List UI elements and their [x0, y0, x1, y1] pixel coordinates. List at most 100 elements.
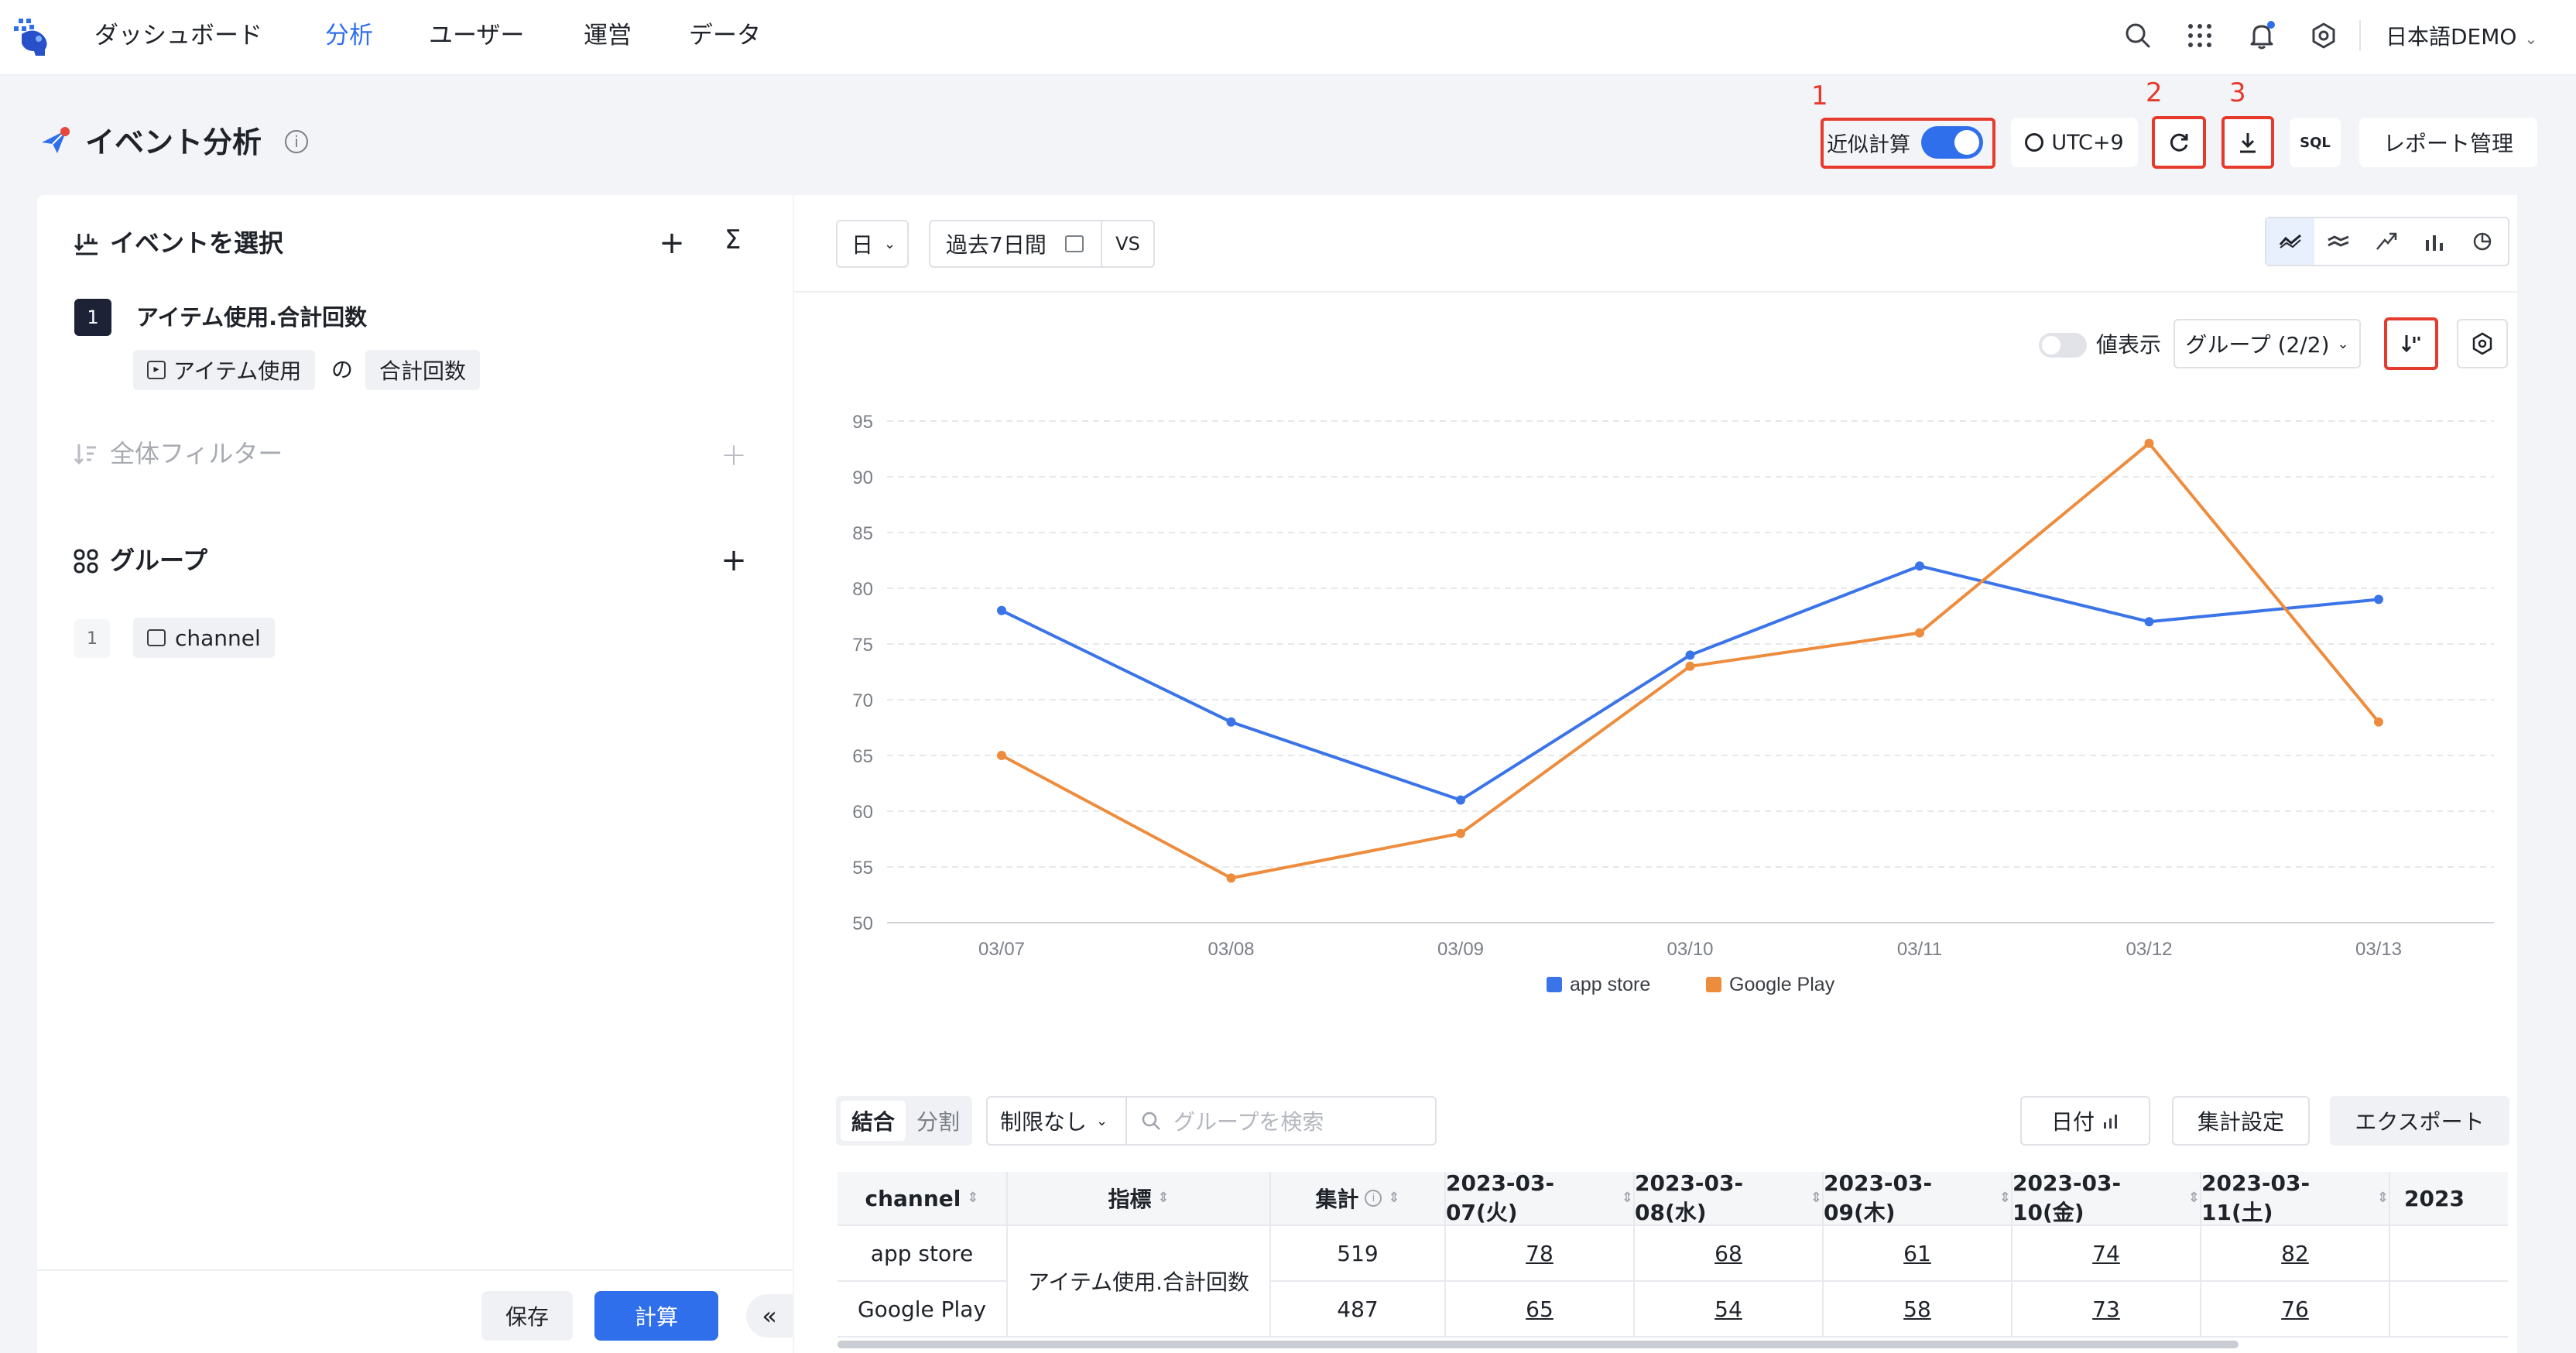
export-button[interactable]: エクスポート — [2330, 1096, 2509, 1146]
aggregation-settings-button[interactable]: 集計設定 — [2172, 1096, 2310, 1146]
group-chip-label: channel — [175, 625, 261, 651]
header-label: 2023 — [2404, 1185, 2465, 1211]
pie-chart-icon[interactable] — [2458, 218, 2506, 265]
compare-vs-button[interactable]: VS — [1101, 220, 1155, 268]
highlight-box-4 — [2384, 317, 2438, 370]
table-cell-value[interactable]: 54 — [1635, 1282, 1824, 1338]
app-logo[interactable] — [11, 15, 54, 59]
add-filter-button[interactable]: + — [718, 440, 749, 471]
group-search-input[interactable]: グループを検索 — [1125, 1096, 1437, 1146]
group-channel-chip[interactable]: channel — [133, 618, 275, 658]
globe-icon — [2025, 133, 2044, 152]
value-link[interactable]: 58 — [1903, 1296, 1931, 1322]
event-section-title: イベントを選択 — [110, 228, 284, 258]
table-cell-value[interactable]: 61 — [1824, 1226, 2012, 1282]
timezone-button[interactable]: UTC+9 — [2011, 118, 2138, 167]
table-horizontal-scrollbar[interactable] — [838, 1341, 2239, 1348]
nav-operations[interactable]: 運営 — [584, 19, 632, 53]
global-filter-title: 全体フィルター — [110, 439, 283, 468]
column-header-date[interactable]: 2023-03-10(金) ⇕ — [2012, 1172, 2201, 1226]
add-event-button[interactable]: + — [656, 228, 687, 259]
add-group-button[interactable]: + — [718, 545, 749, 576]
table-cell-value[interactable]: 78 — [1446, 1226, 1635, 1282]
value-link[interactable]: 73 — [2092, 1296, 2120, 1322]
tab-split[interactable]: 分割 — [907, 1101, 969, 1141]
cumulative-chart-icon[interactable] — [2362, 218, 2410, 265]
save-button[interactable]: 保存 — [481, 1291, 573, 1341]
y-tick-label: 90 — [852, 468, 873, 488]
data-point — [2374, 717, 2383, 727]
aggregation-chip[interactable]: 合計回数 — [365, 350, 481, 390]
tab-combined[interactable]: 結合 — [841, 1101, 906, 1141]
chevron-down-icon: ⌄ — [884, 235, 896, 252]
value-link[interactable]: 78 — [1526, 1241, 1553, 1266]
apps-grid-icon[interactable] — [2181, 17, 2218, 54]
table-cell-value[interactable]: 65 — [1446, 1282, 1635, 1338]
table-cell-value[interactable]: 73 — [2012, 1282, 2201, 1338]
table-cell-total: 487 — [1271, 1282, 1446, 1338]
value-link[interactable]: 68 — [1714, 1241, 1742, 1266]
column-header-channel[interactable]: channel ⇕ — [838, 1172, 1008, 1226]
data-point — [1685, 650, 1695, 660]
bar-sort-icon — [2104, 1115, 2117, 1129]
table-cell-value[interactable]: 68 — [1635, 1226, 1824, 1282]
calculate-button[interactable]: 計算 — [594, 1291, 718, 1341]
column-header-metric[interactable]: 指標 ⇕ — [1008, 1172, 1271, 1226]
line-chart-icon[interactable] — [2266, 218, 2314, 265]
event-chip[interactable]: ▸ アイテム使用 — [133, 350, 316, 390]
chart-settings-button[interactable] — [2457, 319, 2508, 368]
data-point — [1915, 628, 1924, 638]
table-cell-value[interactable]: 74 — [2012, 1226, 2201, 1282]
nav-data[interactable]: データ — [689, 19, 761, 53]
metric-name[interactable]: アイテム使用.合計回数 — [136, 300, 367, 334]
value-link[interactable]: 76 — [2281, 1296, 2309, 1322]
page-title: イベント分析 — [85, 125, 262, 159]
language-selector[interactable]: 日本語DEMO ⌄ — [2386, 20, 2537, 56]
nav-dashboard[interactable]: ダッシュボード — [94, 19, 262, 53]
value-link[interactable]: 74 — [2092, 1241, 2120, 1266]
granularity-select[interactable]: 日 ⌄ — [836, 220, 909, 268]
report-management-button[interactable]: レポート管理 — [2359, 118, 2537, 167]
y-tick-label: 95 — [852, 412, 873, 433]
limit-label: 制限なし — [1000, 1109, 1088, 1135]
series-line-app-store — [1001, 564, 2379, 802]
value-link[interactable]: 65 — [1526, 1296, 1553, 1322]
table-cell-value[interactable]: 58 — [1824, 1282, 2012, 1338]
sort-icon: ⇕ — [1621, 1190, 1633, 1206]
data-point — [2144, 617, 2154, 627]
limit-select[interactable]: 制限なし ⌄ — [986, 1096, 1127, 1146]
value-link[interactable]: 61 — [1903, 1241, 1931, 1266]
toolbar-divider — [794, 291, 2517, 293]
of-label: の — [331, 357, 354, 382]
value-link[interactable]: 54 — [1714, 1296, 1742, 1322]
group-select-dropdown[interactable]: グループ (2/2) ⌄ — [2174, 319, 2361, 368]
sort-icon: ⇕ — [1157, 1190, 1170, 1206]
date-sort-button[interactable]: 日付 — [2020, 1096, 2150, 1146]
y-tick-label: 50 — [852, 913, 873, 934]
column-header-date[interactable]: 2023-03-11(土) ⇕ — [2201, 1172, 2390, 1226]
date-range-picker[interactable]: 過去7日間 — [929, 220, 1102, 268]
top-navigation: ダッシュボード 分析 ユーザー 運営 データ 日本語DEMO ⌄ — [0, 0, 2576, 76]
data-point — [1226, 873, 1236, 883]
table-cell-value[interactable]: 76 — [2201, 1282, 2390, 1338]
area-chart-icon[interactable] — [2314, 218, 2362, 265]
column-header-total[interactable]: 集計 i ⇕ — [1271, 1172, 1446, 1226]
table-cell-value[interactable]: 82 — [2201, 1226, 2390, 1282]
column-header-date[interactable]: 2023 — [2390, 1172, 2508, 1226]
y-tick-label: 55 — [852, 858, 873, 879]
settings-gear-icon[interactable] — [2305, 17, 2342, 54]
nav-analysis[interactable]: 分析 — [325, 19, 373, 53]
search-icon[interactable] — [2119, 17, 2156, 54]
bar-chart-icon[interactable] — [2410, 218, 2458, 265]
bell-icon[interactable] — [2243, 17, 2280, 54]
column-header-date[interactable]: 2023-03-09(木) ⇕ — [1824, 1172, 2012, 1226]
value-display-toggle[interactable] — [2039, 333, 2087, 358]
value-link[interactable]: 82 — [2281, 1241, 2309, 1266]
sql-button[interactable]: SQL — [2290, 118, 2341, 167]
nav-users[interactable]: ユーザー — [429, 19, 524, 53]
sigma-formula-button[interactable]: Σ — [724, 224, 741, 255]
collapse-panel-button[interactable]: « — [746, 1294, 793, 1338]
column-header-date[interactable]: 2023-03-08(水) ⇕ — [1635, 1172, 1824, 1226]
column-header-date[interactable]: 2023-03-07(火) ⇕ — [1446, 1172, 1635, 1226]
info-icon[interactable]: i — [285, 130, 308, 153]
